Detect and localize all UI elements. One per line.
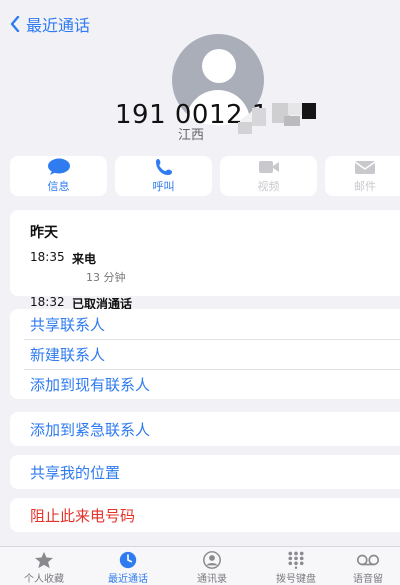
tab-label: 最近通话 — [108, 574, 148, 585]
tab-keypad[interactable]: 拨号键盘 — [256, 547, 336, 585]
add-to-existing-contact-button[interactable]: 添加到现有联系人 — [24, 369, 400, 399]
tab-label: 个人收藏 — [24, 574, 64, 585]
tab-contacts[interactable]: 通讯录 — [172, 547, 252, 585]
call-button[interactable]: 呼叫 — [115, 156, 212, 196]
message-icon — [47, 158, 70, 175]
tab-bar: 个人收藏 最近通话 通讯录 拨号键盘 语音留 — [0, 546, 400, 585]
call-duration: 13 分钟 — [86, 271, 126, 284]
video-button[interactable]: 视频 — [220, 156, 317, 196]
block-caller-button[interactable]: 阻止此来电号码 — [10, 498, 400, 532]
emergency-card: 添加到紧急联系人 — [10, 412, 400, 446]
video-icon — [258, 161, 279, 173]
recent-calls-card: 昨天 18:35 来电 13 分钟 18:32 已取消通话 — [10, 210, 400, 311]
share-contact-button[interactable]: 共享联系人 — [10, 309, 400, 339]
call-type: 来电 — [72, 252, 97, 266]
tab-label: 通讯录 — [197, 574, 227, 585]
message-label: 信息 — [47, 180, 70, 193]
phone-region: 江西 — [178, 128, 205, 143]
tab-favorites[interactable]: 个人收藏 — [4, 547, 84, 585]
mail-label: 邮件 — [354, 180, 376, 193]
tab-recents[interactable]: 最近通话 — [88, 547, 168, 585]
person-icon — [202, 49, 236, 83]
add-emergency-contact-button[interactable]: 添加到紧急联系人 — [10, 412, 400, 446]
mail-button[interactable]: 邮件 — [325, 156, 400, 196]
tab-label: 拨号键盘 — [276, 574, 316, 585]
call-label: 呼叫 — [152, 180, 175, 193]
voicemail-icon — [356, 554, 380, 566]
chevron-left-icon — [10, 16, 20, 32]
call-time: 18:35 — [30, 250, 65, 264]
mail-icon — [354, 161, 376, 174]
back-button[interactable]: 最近通话 — [10, 12, 90, 36]
star-icon — [35, 551, 53, 569]
tab-label: 语音留 — [353, 574, 383, 585]
action-bar: 信息 呼叫 视频 邮件 — [10, 156, 400, 196]
contacts-icon — [203, 551, 221, 569]
call-entry: 18:35 来电 — [30, 250, 400, 267]
clock-icon — [119, 551, 137, 569]
keypad-icon — [288, 551, 304, 569]
redaction-mosaic — [284, 116, 300, 126]
tab-voicemail[interactable]: 语音留 — [340, 547, 396, 585]
redaction-mosaic — [252, 108, 266, 126]
message-button[interactable]: 信息 — [10, 156, 107, 196]
share-location-card: 共享我的位置 — [10, 455, 400, 489]
redaction-mosaic — [302, 103, 316, 119]
contact-options-list: 共享联系人 新建联系人 添加到现有联系人 — [10, 309, 400, 399]
redaction-mosaic — [238, 122, 252, 134]
call-duration-row: 13 分钟 — [30, 269, 400, 293]
call-day: 昨天 — [30, 225, 58, 241]
share-location-button[interactable]: 共享我的位置 — [10, 455, 400, 489]
video-label: 视频 — [257, 180, 280, 193]
phone-icon — [155, 159, 172, 175]
block-card: 阻止此来电号码 — [10, 498, 400, 532]
back-label: 最近通话 — [26, 16, 91, 35]
new-contact-button[interactable]: 新建联系人 — [24, 339, 400, 369]
